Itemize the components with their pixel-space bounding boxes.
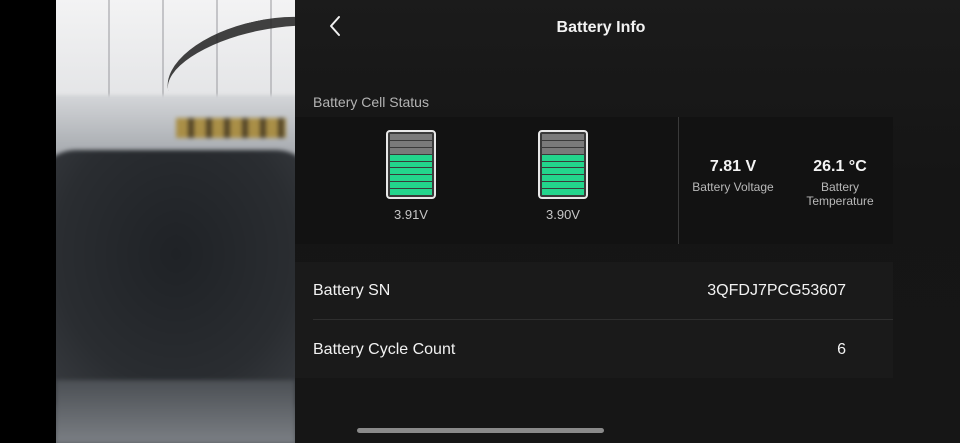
battery-voltage-stat: 7.81 V Battery Voltage xyxy=(683,158,783,194)
battery-cell-1: 3.91V xyxy=(371,130,451,222)
battery-segment xyxy=(542,140,584,147)
cell-voltage: 3.91V xyxy=(394,207,428,222)
camera-preview xyxy=(56,0,295,443)
battery-temperature-value: 26.1 °C xyxy=(813,158,867,175)
battery-cycle-count-value: 6 xyxy=(837,341,846,358)
cell-voltage: 3.90V xyxy=(546,207,580,222)
camera-battery-contacts xyxy=(176,118,286,138)
battery-cell-2: 3.90V xyxy=(523,130,603,222)
camera-base xyxy=(56,380,295,443)
battery-segment xyxy=(542,161,584,168)
screen: Battery Info Battery Cell Status 3.91V 3… xyxy=(0,0,960,443)
cell-status-card: 3.91V 3.90V 7.81 V Battery Voltage 26.1 … xyxy=(295,117,893,244)
battery-sn-label: Battery SN xyxy=(313,281,391,299)
battery-segment xyxy=(542,175,584,182)
battery-segment xyxy=(390,154,432,161)
battery-cell-icon xyxy=(386,130,436,199)
battery-segment xyxy=(542,182,584,189)
battery-segment xyxy=(390,175,432,182)
battery-temperature-label: Battery Temperature xyxy=(806,180,874,208)
home-indicator[interactable] xyxy=(357,428,604,433)
battery-cell-icon xyxy=(538,130,588,199)
battery-segment xyxy=(542,154,584,161)
battery-segment xyxy=(542,147,584,154)
battery-segment xyxy=(390,182,432,189)
cell-status-section-label: Battery Cell Status xyxy=(313,94,429,110)
battery-segment xyxy=(390,133,432,140)
battery-segment xyxy=(390,161,432,168)
divider xyxy=(678,117,679,244)
battery-sn-value: 3QFDJ7PCG53607 xyxy=(707,281,846,299)
battery-voltage-value: 7.81 V xyxy=(709,158,757,175)
battery-info-panel: Battery Info Battery Cell Status 3.91V 3… xyxy=(295,0,960,443)
camera-dark-object xyxy=(56,150,295,410)
page-title: Battery Info xyxy=(556,19,646,36)
battery-segment xyxy=(390,189,432,195)
battery-segment xyxy=(390,140,432,147)
battery-cycle-count-row: Battery Cycle Count 6 xyxy=(313,321,893,379)
battery-segment xyxy=(542,133,584,140)
battery-temperature-stat: 26.1 °C Battery Temperature xyxy=(790,158,890,208)
battery-details-card: Battery SN 3QFDJ7PCG53607 Battery Cycle … xyxy=(295,262,893,378)
battery-segment xyxy=(390,168,432,175)
battery-segment xyxy=(542,168,584,175)
battery-sn-row: Battery SN 3QFDJ7PCG53607 xyxy=(313,262,893,320)
battery-voltage-label: Battery Voltage xyxy=(692,180,774,194)
battery-cycle-count-label: Battery Cycle Count xyxy=(313,341,456,358)
battery-segment xyxy=(390,147,432,154)
battery-segment xyxy=(542,189,584,195)
